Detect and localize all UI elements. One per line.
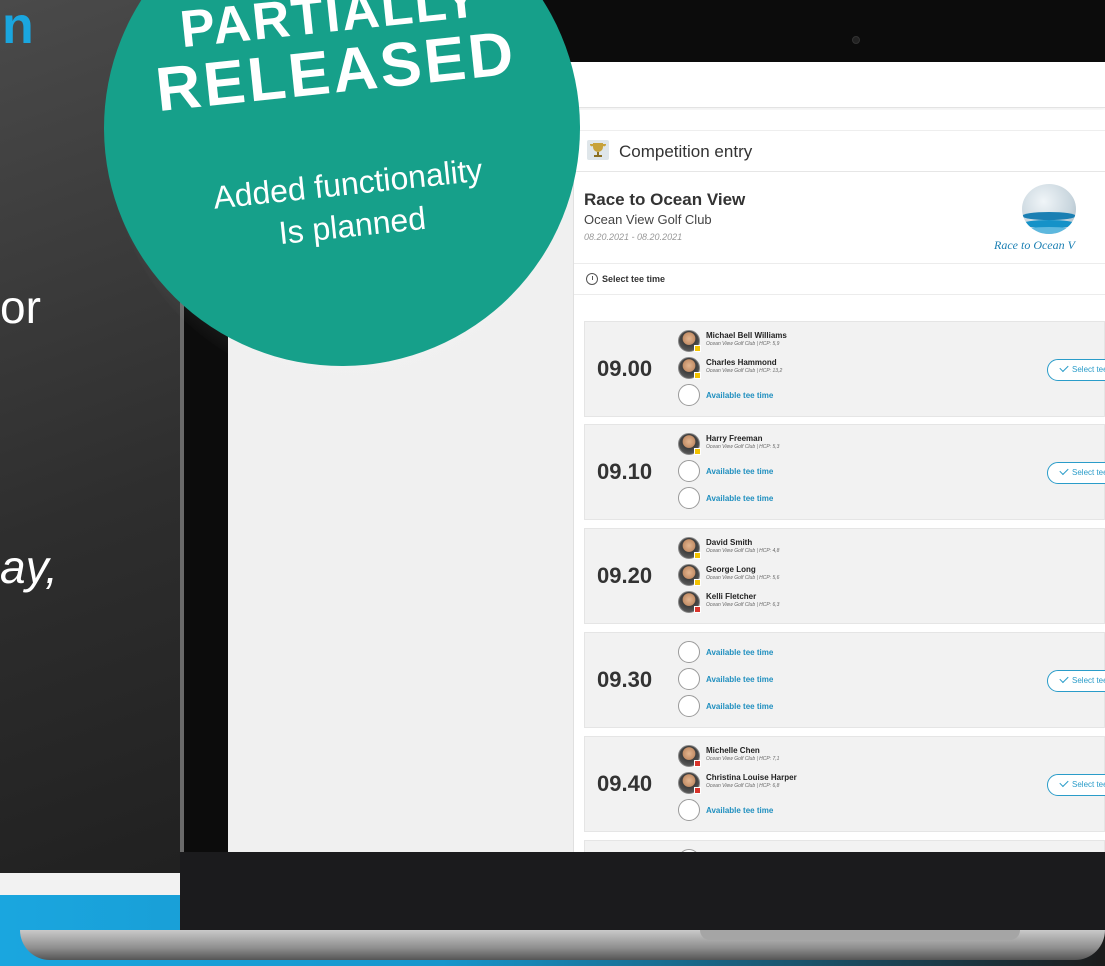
trophy-icon — [587, 140, 609, 160]
tee-time-label: 09.10 — [597, 459, 653, 484]
check-icon — [1059, 673, 1069, 684]
empty-avatar-icon — [678, 799, 700, 821]
empty-avatar-icon — [678, 695, 700, 717]
tee-time-slot: 09.20 David Smith Ocean View Golf Club | H… — [584, 528, 1105, 624]
tee-time-slot: 09.10 Harry Freeman Ocean View Golf Club |… — [584, 424, 1105, 520]
competition-panel: Competition entry Race to Ocean View Oce… — [574, 110, 1105, 852]
select-teetime-button[interactable]: Select teetim — [1047, 774, 1105, 796]
player-club-hcp: Ocean View Golf Club | HCP: 13,2 — [706, 368, 783, 374]
select-teetime-label: Select teetim — [1072, 468, 1105, 477]
slide-text-fragment: or — [0, 281, 41, 333]
competition-header: Competition entry — [574, 130, 1105, 172]
available-tee-time-label: Available tee time — [706, 806, 774, 815]
player-name: Michelle Chen — [706, 746, 760, 755]
tee-time-label: 09.00 — [597, 356, 653, 381]
player-name: Michael Bell Williams — [706, 331, 787, 340]
empty-avatar-icon — [678, 849, 700, 852]
player-club-hcp: Ocean View Golf Club | HCP: 7,1 — [706, 756, 780, 762]
tee-time-slot: 09.00 Michael Bell Williams Ocean View Gol… — [584, 321, 1105, 417]
empty-avatar-icon — [678, 487, 700, 509]
tee-time-label: 09.30 — [597, 667, 653, 692]
available-tee-time-label: Available tee time — [706, 702, 774, 711]
player-name: David Smith — [706, 538, 753, 547]
slide-text-fragment-italic: ay, — [0, 541, 58, 593]
event-title: Race to Ocean View — [584, 190, 746, 209]
player-name: Charles Hammond — [706, 358, 777, 367]
available-tee-time-label: Available tee time — [706, 648, 774, 657]
player-club-hcp: Ocean View Golf Club | HCP: 5,6 — [706, 575, 780, 581]
status-indicator-icon — [694, 345, 701, 352]
tee-time-section-label: Select tee time — [602, 274, 666, 284]
select-teetime-label: Select teetim — [1072, 676, 1105, 685]
status-indicator-icon — [694, 448, 701, 455]
player-name: Kelli Fletcher — [706, 592, 757, 601]
select-teetime-button[interactable]: Select teetim — [1047, 462, 1105, 484]
laptop-bezel — [180, 852, 1105, 932]
select-teetime-label: Select teetim — [1072, 365, 1105, 374]
empty-avatar-icon — [678, 668, 700, 690]
empty-avatar-icon — [678, 460, 700, 482]
status-indicator-icon — [694, 372, 701, 379]
select-teetime-button[interactable]: Select teetim — [1047, 670, 1105, 692]
check-icon — [1059, 362, 1069, 373]
camera-icon — [852, 36, 860, 44]
check-icon — [1059, 777, 1069, 788]
event-dates: 08.20.2021 - 08.20.2021 — [584, 232, 683, 242]
player-club-hcp: Ocean View Golf Club | HCP: 6,3 — [706, 602, 780, 608]
slide-heading-fragment: n — [2, 0, 34, 55]
available-tee-time-label: Available tee time — [706, 675, 774, 684]
player-name: Christina Louise Harper — [706, 773, 797, 782]
player-name: George Long — [706, 565, 756, 574]
status-indicator-icon — [694, 552, 701, 559]
tee-time-slot: 09.30 Available tee time Available tee tim… — [584, 632, 1105, 728]
select-teetime-label: Select teetim — [1072, 780, 1105, 789]
available-tee-time-label: Available tee time — [706, 391, 774, 400]
empty-avatar-icon — [678, 384, 700, 406]
player-club-hcp: Ocean View Golf Club | HCP: 5,3 — [706, 444, 780, 450]
player-club-hcp: Ocean View Golf Club | HCP: 5,9 — [706, 341, 780, 347]
slide-white-strip — [0, 873, 190, 895]
tee-time-label: 09.40 — [597, 771, 653, 796]
laptop-notch — [700, 930, 1020, 940]
available-tee-time-label: Available tee time — [706, 467, 774, 476]
competition-header-title: Competition entry — [619, 142, 753, 161]
player-club-hcp: Ocean View Golf Club | HCP: 6,8 — [706, 783, 780, 789]
check-icon — [1059, 465, 1069, 476]
event-logo-text: Race to Ocean V — [994, 238, 1075, 252]
event-club: Ocean View Golf Club — [584, 212, 712, 227]
tee-time-slot: 09.40 Michelle Chen Ocean View Golf Club |… — [584, 736, 1105, 832]
event-logo — [1022, 184, 1076, 234]
status-indicator-icon — [694, 787, 701, 794]
clock-icon — [586, 273, 598, 285]
available-tee-time-label: Available tee time — [706, 494, 774, 503]
status-indicator-icon — [694, 606, 701, 613]
select-teetime-button[interactable]: Select teetim — [1047, 359, 1105, 381]
player-club-hcp: Ocean View Golf Club | HCP: 4,8 — [706, 548, 780, 554]
status-indicator-icon — [694, 760, 701, 767]
tee-time-label: 09.20 — [597, 563, 653, 588]
status-indicator-icon — [694, 579, 701, 586]
empty-avatar-icon — [678, 641, 700, 663]
player-name: Harry Freeman — [706, 434, 763, 443]
tee-time-slot: Available tee time — [584, 840, 1105, 852]
tee-time-section-header: Select tee time — [574, 263, 1105, 295]
